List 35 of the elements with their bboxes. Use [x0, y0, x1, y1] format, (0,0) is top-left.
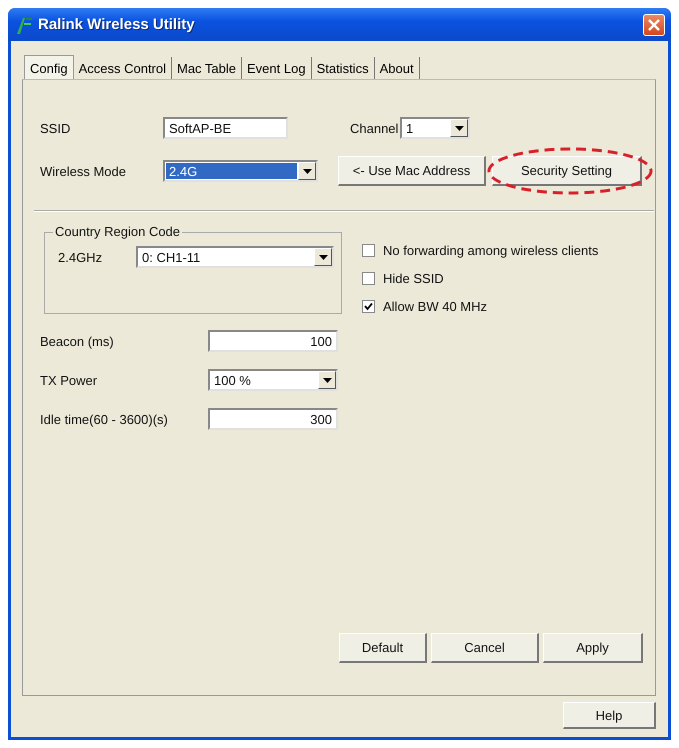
window-title: Ralink Wireless Utility [38, 16, 196, 33]
field-label: Idle time(60 - 3600)(s) [40, 412, 169, 426]
push-button[interactable]: Default [339, 633, 427, 663]
checkbox-label: Allow BW 40 MHz [383, 298, 488, 314]
checkbox-label: Hide SSID [383, 270, 444, 286]
checkbox[interactable] [362, 244, 375, 256]
field-label: 2.4GHz [58, 250, 104, 264]
field-label: Channel [350, 120, 400, 136]
field-label: TX Power [40, 372, 98, 388]
power-dropdown[interactable]: 100 % [208, 369, 338, 391]
group-title: Country Region Code [53, 224, 182, 239]
checkbox[interactable] [362, 300, 375, 312]
number-field[interactable]: 100 [208, 330, 338, 352]
dropdown-arrow-icon [454, 126, 464, 130]
dropdown-arrow-icon [318, 254, 328, 260]
tab[interactable]: Config [24, 55, 74, 80]
field-label: SSID [40, 120, 72, 136]
push-button[interactable]: <- Use Mac Address [338, 156, 486, 186]
number-field[interactable]: 300 [208, 408, 338, 430]
close-icon [647, 18, 661, 32]
push-button[interactable]: Cancel [431, 633, 539, 663]
channel-dropdown[interactable]: 1 [400, 117, 470, 139]
push-button[interactable]: Apply [543, 633, 643, 663]
push-button[interactable]: Security Setting [492, 156, 642, 186]
wireless-mode-dropdown[interactable]: 2.4G [163, 160, 318, 182]
field-label: Beacon (ms) [40, 334, 115, 348]
dropdown-arrow-icon [322, 378, 332, 382]
region-dropdown[interactable]: 0: CH1-11 [136, 246, 334, 268]
dropdown-arrow-icon [302, 168, 312, 174]
field-label: Wireless Mode [40, 164, 127, 178]
help-button[interactable]: Help [563, 702, 656, 729]
checkbox[interactable] [362, 272, 375, 284]
checkbox-label: No forwarding among wireless clients [383, 242, 598, 258]
close-button[interactable] [643, 14, 665, 36]
ssid-field[interactable]: SoftAP-BE [163, 117, 288, 139]
